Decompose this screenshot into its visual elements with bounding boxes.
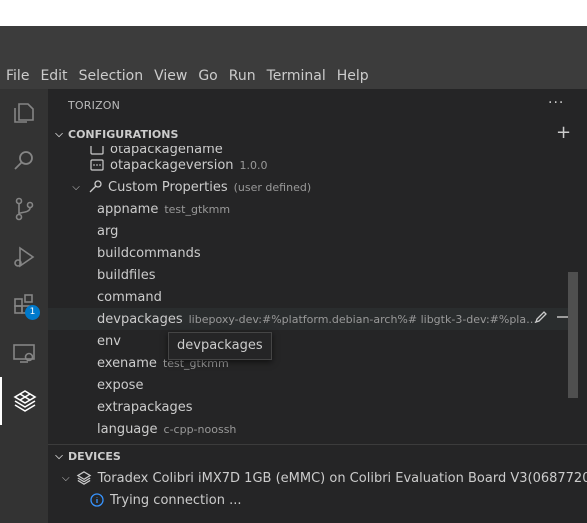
property-label: command <box>97 289 162 305</box>
property-label: exename <box>97 355 157 371</box>
property-buildfiles[interactable]: buildfiles <box>97 264 587 286</box>
tooltip: devpackages <box>168 332 272 360</box>
chevron-down-icon: ⌵ <box>55 128 63 140</box>
more-actions-icon[interactable]: ··· <box>548 95 564 111</box>
activity-bar: 1 <box>0 89 48 523</box>
property-label: extrapackages <box>97 399 193 415</box>
search-icon[interactable] <box>0 137 48 185</box>
property-arg[interactable]: arg <box>97 220 587 242</box>
remote-explorer-icon[interactable] <box>0 329 48 377</box>
property-label: arg <box>97 223 119 239</box>
top-blank-area <box>0 0 587 26</box>
torizon-device-icon <box>76 470 92 486</box>
property-label: expose <box>97 377 144 393</box>
property-value: libepoxy-dev:#%platform.debian-arch%# li… <box>188 312 539 326</box>
menu-file[interactable]: File <box>0 64 34 89</box>
chevron-down-icon: ⌵ <box>55 450 63 462</box>
menu-run[interactable]: Run <box>223 64 261 89</box>
property-appname[interactable]: appname test_gtkmm <box>97 198 587 220</box>
menu-view[interactable]: View <box>148 64 192 89</box>
device-label: Toradex Colibri iMX7D 1GB (eMMC) on Coli… <box>97 470 587 486</box>
extensions-badge: 1 <box>25 305 40 320</box>
chevron-down-icon: ⌵ <box>62 472 70 484</box>
menu-help[interactable]: Help <box>331 64 374 89</box>
menu-go[interactable]: Go <box>192 64 222 89</box>
menu-selection[interactable]: Selection <box>73 64 149 89</box>
property-label: appname <box>97 201 159 217</box>
tree-item-otapackageversion[interactable]: otapackageversion 1.0.0 <box>90 154 587 176</box>
configurations-title: CONFIGURATIONS <box>68 127 179 141</box>
tree-item-label: Custom Properties <box>108 179 228 195</box>
edit-icon[interactable] <box>534 310 548 328</box>
chevron-down-icon: ⌵ <box>72 181 80 193</box>
configurations-tree: otapackagename otapackageversion 1.0.0 ⌵… <box>48 146 587 438</box>
tree-item-custom-properties[interactable]: ⌵ Custom Properties (user defined) <box>70 176 587 198</box>
source-control-icon[interactable] <box>0 185 48 233</box>
property-buildcommands[interactable]: buildcommands <box>97 242 587 264</box>
property-extrapackages[interactable]: extrapackages <box>97 396 587 418</box>
device-status-label: Trying connection ... <box>110 492 242 508</box>
menu-edit[interactable]: Edit <box>34 64 72 89</box>
menu-terminal[interactable]: Terminal <box>261 64 331 89</box>
configurations-header[interactable]: ⌵ CONFIGURATIONS <box>48 123 587 145</box>
property-value: c-cpp-noossh <box>163 422 237 436</box>
property-expose[interactable]: expose <box>97 374 587 396</box>
devices-title: DEVICES <box>68 449 121 463</box>
run-debug-icon[interactable] <box>0 233 48 281</box>
property-label: devpackages <box>97 311 183 327</box>
tree-item-label: otapackageversion <box>110 157 234 173</box>
device-status: Trying connection ... <box>90 489 587 511</box>
property-devpackages[interactable]: devpackages libepoxy-dev:#%platform.debi… <box>48 308 569 330</box>
property-label: env <box>97 333 121 349</box>
device-item[interactable]: ⌵ Toradex Colibri iMX7D 1GB (eMMC) on Co… <box>62 467 587 489</box>
devices-header[interactable]: ⌵ DEVICES <box>48 445 587 467</box>
property-value: test_gtkmm <box>164 202 231 216</box>
property-label: language <box>97 421 158 437</box>
side-bar: TORIZON ··· ⌵ CONFIGURATIONS + otapackag… <box>48 89 587 523</box>
title-bar <box>0 26 587 64</box>
extensions-icon[interactable]: 1 <box>0 281 48 329</box>
menu-bar: File Edit Selection View Go Run Terminal… <box>0 64 587 89</box>
add-configuration-icon[interactable]: + <box>556 122 571 144</box>
view-title: TORIZON <box>68 99 121 112</box>
wrench-icon <box>88 180 102 194</box>
tree-item-value: 1.0.0 <box>239 158 268 172</box>
string-icon <box>90 159 104 171</box>
info-icon <box>90 493 104 507</box>
property-label: buildfiles <box>97 267 156 283</box>
property-command[interactable]: command <box>97 286 587 308</box>
scrollbar-thumb[interactable] <box>568 272 578 398</box>
tree-item-description: (user defined) <box>233 180 312 194</box>
torizon-icon[interactable] <box>0 377 48 425</box>
explorer-icon[interactable] <box>0 89 48 137</box>
property-language[interactable]: language c-cpp-noossh <box>97 418 587 438</box>
property-label: buildcommands <box>97 245 201 261</box>
